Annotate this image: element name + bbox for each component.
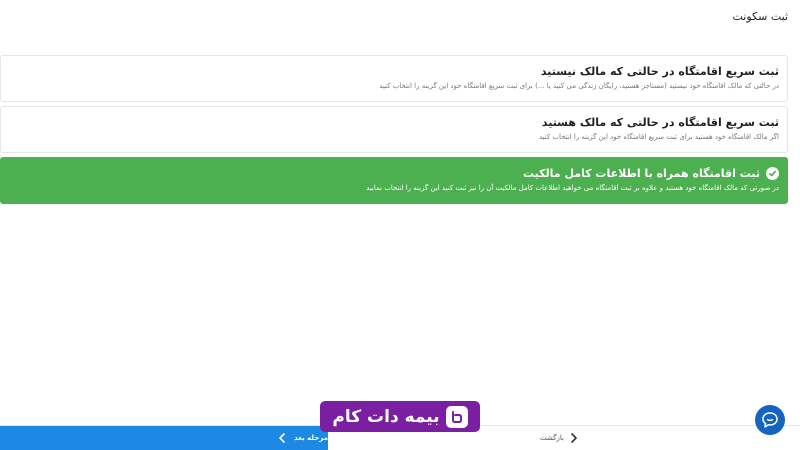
option-description: در صورتی که مالک اقامتگاه خود هستید و عل…	[366, 184, 779, 192]
option-title: ثبت سریع اقامتگاه در حالتی که مالک نیستی…	[540, 65, 779, 78]
back-label: بازگشت	[540, 434, 564, 442]
page-title: ثبت سکونت	[732, 10, 788, 23]
brand-logo-icon	[445, 405, 468, 428]
next-step-label: مرحله بعد	[294, 434, 328, 442]
option-title: ثبت اقامتگاه همراه با اطلاعات کامل مالکی…	[523, 167, 760, 180]
option-fast-register-not-owner[interactable]: ثبت سریع اقامتگاه در حالتی که مالک نیستی…	[0, 55, 788, 102]
chevron-right-icon	[570, 433, 578, 443]
option-title: ثبت سریع اقامتگاه در حالتی که مالک هستید	[541, 116, 779, 129]
option-description: در حالتی که مالک اقامتگاه خود نیستید (مس…	[379, 82, 779, 90]
chat-support-icon	[761, 411, 779, 429]
option-fast-register-owner[interactable]: ثبت سریع اقامتگاه در حالتی که مالک هستید…	[0, 106, 788, 153]
next-step-button[interactable]: مرحله بعد	[0, 426, 328, 450]
option-description: اگر مالک اقامتگاه خود هستید برای ثبت سری…	[538, 133, 779, 141]
brand-text: بیمه دات کام	[332, 406, 440, 427]
chevron-left-icon	[278, 433, 286, 443]
brand-watermark: بیمه دات کام	[320, 401, 480, 432]
chat-support-button[interactable]	[755, 405, 785, 435]
back-button[interactable]: بازگشت	[540, 426, 585, 450]
check-circle-icon	[766, 167, 779, 180]
option-full-ownership-register[interactable]: ثبت اقامتگاه همراه با اطلاعات کامل مالکی…	[0, 157, 788, 204]
